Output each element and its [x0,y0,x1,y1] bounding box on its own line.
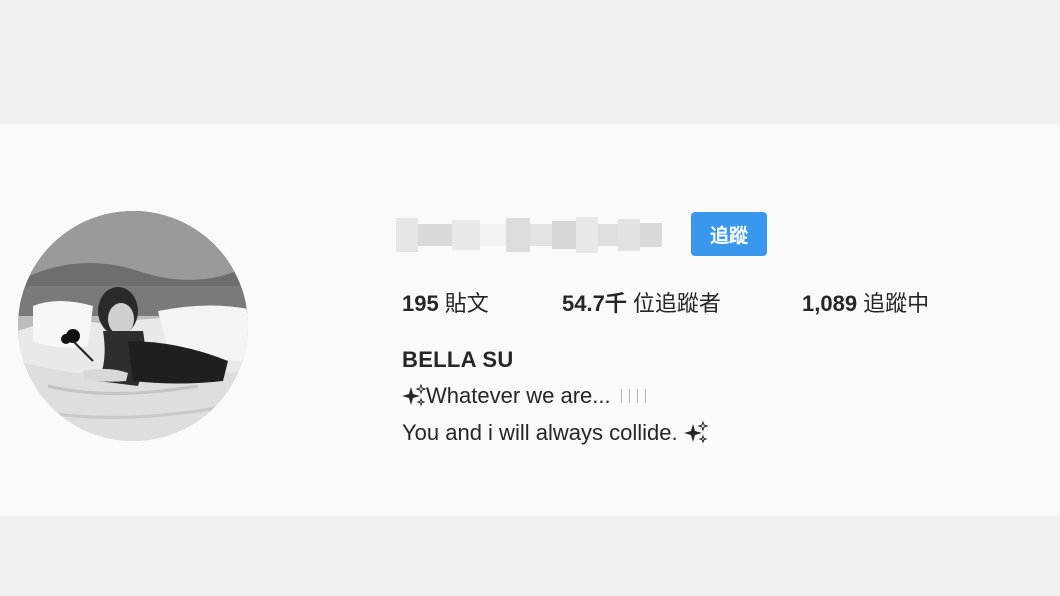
following-count: 1,089 [802,291,858,316]
followers-label: 位追蹤者 [632,292,721,317]
follow-button[interactable]: 追蹤 [691,212,767,256]
avatar-photo [18,211,248,441]
redacted-marks [620,389,646,403]
following-label: 追蹤中 [863,292,930,317]
stat-followers[interactable]: 54.7千 位追蹤者 [562,286,721,318]
bio-line-2: You and i will always collide. [402,420,708,446]
bio-line-1: Whatever we are... [402,383,646,409]
stat-following[interactable]: 1,089 追蹤中 [802,286,929,318]
username-redacted [396,212,662,258]
stat-posts[interactable]: 195 貼文 [402,286,489,318]
full-name: BELLA SU [402,347,514,372]
bio-text-1: Whatever we are... [426,383,611,408]
followers-count: 54.7千 [562,291,627,316]
avatar[interactable] [18,211,248,441]
sparkles-icon [683,421,708,444]
bio-text-2: You and i will always collide. [402,420,678,445]
posts-count: 195 [402,291,439,316]
sparkles-icon [402,384,426,407]
posts-label: 貼文 [444,292,489,317]
